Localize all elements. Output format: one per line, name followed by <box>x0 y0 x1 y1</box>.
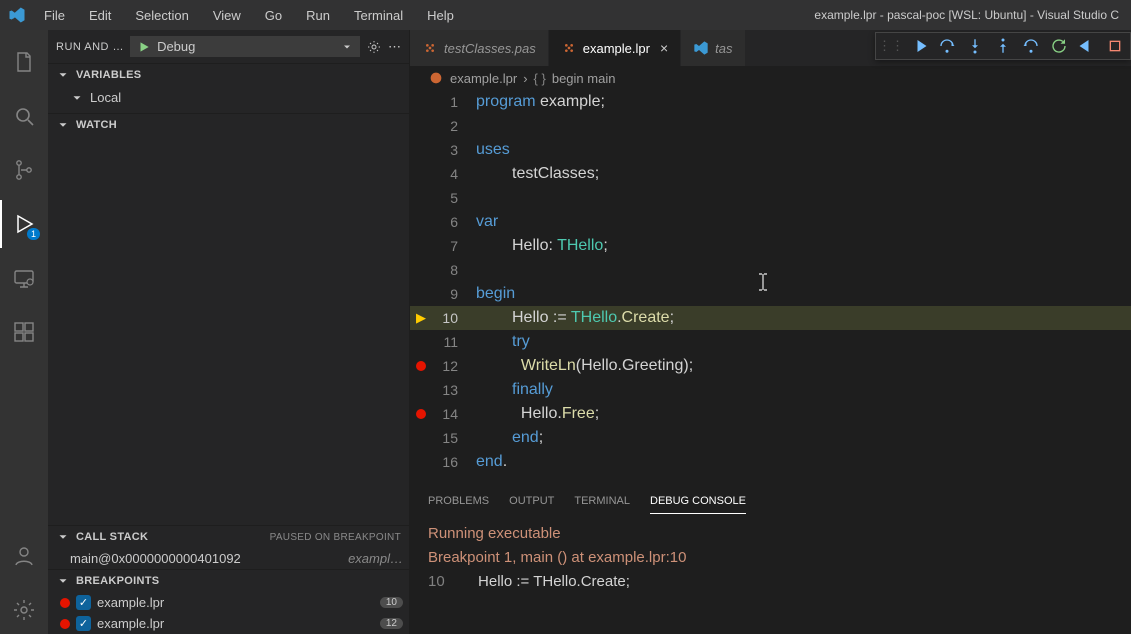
chevron-down-icon[interactable] <box>341 41 353 53</box>
panel-tab[interactable]: TERMINAL <box>574 495 630 514</box>
menu-go[interactable]: Go <box>255 4 292 27</box>
search-icon[interactable] <box>0 92 48 140</box>
variables-label: VARIABLES <box>76 69 141 81</box>
watch-header[interactable]: WATCH <box>48 114 409 136</box>
panel-tab[interactable]: DEBUG CONSOLE <box>650 495 746 514</box>
code-line[interactable]: 12 WriteLn(Hello.Greeting); <box>410 354 1131 378</box>
code-line[interactable]: 3uses <box>410 138 1131 162</box>
code-editor[interactable]: 1program example;23uses4testClasses;56va… <box>410 90 1131 486</box>
continue-icon[interactable] <box>910 37 928 55</box>
menu-selection[interactable]: Selection <box>125 4 198 27</box>
extensions-icon[interactable] <box>0 308 48 356</box>
breakpoint-dot-icon <box>416 361 426 371</box>
debug-console-body[interactable]: Running executableBreakpoint 1, main () … <box>410 514 1131 634</box>
code-line[interactable]: 6var <box>410 210 1131 234</box>
run-debug-icon[interactable]: 1 <box>0 200 48 248</box>
panel-tabs: PROBLEMS OUTPUT TERMINAL DEBUG CONSOLE <box>410 487 1131 514</box>
code-line[interactable]: 9begin <box>410 282 1131 306</box>
more-actions-icon[interactable]: ⋯ <box>388 39 401 55</box>
code-line[interactable]: 7Hello: THello; <box>410 234 1131 258</box>
editor-tab[interactable]: testClasses.pas <box>410 30 549 66</box>
activity-bar: 1 <box>0 30 48 634</box>
console-line: Breakpoint 1, main () at example.lpr:10 <box>428 546 1113 570</box>
launch-config-select[interactable]: Debug <box>130 36 360 57</box>
launch-config-label: Debug <box>157 39 335 54</box>
accounts-icon[interactable] <box>0 532 48 580</box>
code-line[interactable]: 16end. <box>410 450 1131 474</box>
title-bar: File Edit Selection View Go Run Terminal… <box>0 0 1131 30</box>
breakpoint-item[interactable]: ✓example.lpr10 <box>48 592 409 613</box>
step-into-icon[interactable] <box>966 37 984 55</box>
explorer-icon[interactable] <box>0 38 48 86</box>
menu-terminal[interactable]: Terminal <box>344 4 413 27</box>
console-line: Running executable <box>428 522 1113 546</box>
breadcrumb-file[interactable]: example.lpr <box>450 71 517 86</box>
menu-help[interactable]: Help <box>417 4 464 27</box>
console-line: 10 Hello := THello.Create; <box>428 570 1113 594</box>
remote-explorer-icon[interactable] <box>0 254 48 302</box>
code-line[interactable]: 8 <box>410 258 1131 282</box>
variables-section: VARIABLES Local <box>48 63 409 113</box>
restart-icon[interactable] <box>1050 37 1068 55</box>
watch-section: WATCH <box>48 113 409 525</box>
callstack-header[interactable]: CALL STACK PAUSED ON BREAKPOINT <box>48 526 409 548</box>
callstack-frame[interactable]: main@0x0000000000401092 exampl… <box>48 548 409 569</box>
callstack-label: CALL STACK <box>76 531 148 543</box>
code-line[interactable]: 14 Hello.Free; <box>410 402 1131 426</box>
panel-tab[interactable]: PROBLEMS <box>428 495 489 514</box>
start-debug-icon[interactable] <box>137 40 151 54</box>
reverse-icon[interactable] <box>1078 37 1096 55</box>
breakpoints-header[interactable]: BREAKPOINTS <box>48 570 409 592</box>
window-title: example.lpr - pascal-poc [WSL: Ubuntu] -… <box>464 8 1131 22</box>
callstack-section: CALL STACK PAUSED ON BREAKPOINT main@0x0… <box>48 525 409 569</box>
open-launch-json-icon[interactable] <box>366 39 382 55</box>
breakpoint-checkbox[interactable]: ✓ <box>76 595 91 610</box>
breakpoints-label: BREAKPOINTS <box>76 575 159 587</box>
sidebar-title: RUN AND … <box>56 41 124 53</box>
variables-header[interactable]: VARIABLES <box>48 64 409 86</box>
step-back-icon[interactable] <box>1022 37 1040 55</box>
drag-handle-icon[interactable]: ⋮⋮ <box>882 37 900 55</box>
code-line[interactable]: 5 <box>410 186 1131 210</box>
breakpoint-dot-icon <box>60 619 70 629</box>
menu-bar: File Edit Selection View Go Run Terminal… <box>34 4 464 27</box>
code-line[interactable]: ▶10Hello := THello.Create; <box>410 306 1131 330</box>
stop-icon[interactable] <box>1106 37 1124 55</box>
menu-file[interactable]: File <box>34 4 75 27</box>
code-line[interactable]: 13finally <box>410 378 1131 402</box>
code-line[interactable]: 11try <box>410 330 1131 354</box>
menu-run[interactable]: Run <box>296 4 340 27</box>
menu-edit[interactable]: Edit <box>79 4 121 27</box>
breadcrumb[interactable]: example.lpr › { } begin main <box>410 66 1131 90</box>
variables-scope-local[interactable]: Local <box>70 88 409 107</box>
breakpoint-dot-icon <box>60 598 70 608</box>
run-debug-sidebar: RUN AND … Debug ⋯ VARIABLES Local <box>48 30 410 634</box>
menu-view[interactable]: View <box>203 4 251 27</box>
editor-tab[interactable]: tas <box>681 30 745 66</box>
editor-tab[interactable]: example.lpr× <box>549 30 681 66</box>
editor-area: testClasses.pasexample.lpr×tas ⋮⋮ exampl… <box>410 30 1131 634</box>
callstack-status: PAUSED ON BREAKPOINT <box>270 532 401 543</box>
settings-gear-icon[interactable] <box>0 586 48 634</box>
bottom-panel: PROBLEMS OUTPUT TERMINAL DEBUG CONSOLE Runn… <box>410 486 1131 634</box>
code-line[interactable]: 4testClasses; <box>410 162 1131 186</box>
breadcrumb-symbol[interactable]: begin main <box>552 71 616 86</box>
breakpoints-section: BREAKPOINTS ✓example.lpr10✓example.lpr12 <box>48 569 409 634</box>
code-line[interactable]: 2 <box>410 114 1131 138</box>
breakpoint-item[interactable]: ✓example.lpr12 <box>48 613 409 634</box>
step-out-icon[interactable] <box>994 37 1012 55</box>
close-tab-icon[interactable]: × <box>660 40 668 56</box>
breakpoint-checkbox[interactable]: ✓ <box>76 616 91 631</box>
code-line[interactable]: 15end; <box>410 426 1131 450</box>
step-over-icon[interactable] <box>938 37 956 55</box>
debug-badge: 1 <box>27 228 40 240</box>
current-line-icon: ▶ <box>416 306 426 330</box>
debug-toolbar[interactable]: ⋮⋮ <box>875 32 1131 60</box>
watch-label: WATCH <box>76 119 117 131</box>
vscode-logo-icon <box>0 6 34 24</box>
source-control-icon[interactable] <box>0 146 48 194</box>
breakpoint-dot-icon <box>416 409 426 419</box>
code-line[interactable]: 1program example; <box>410 90 1131 114</box>
panel-tab[interactable]: OUTPUT <box>509 495 554 514</box>
